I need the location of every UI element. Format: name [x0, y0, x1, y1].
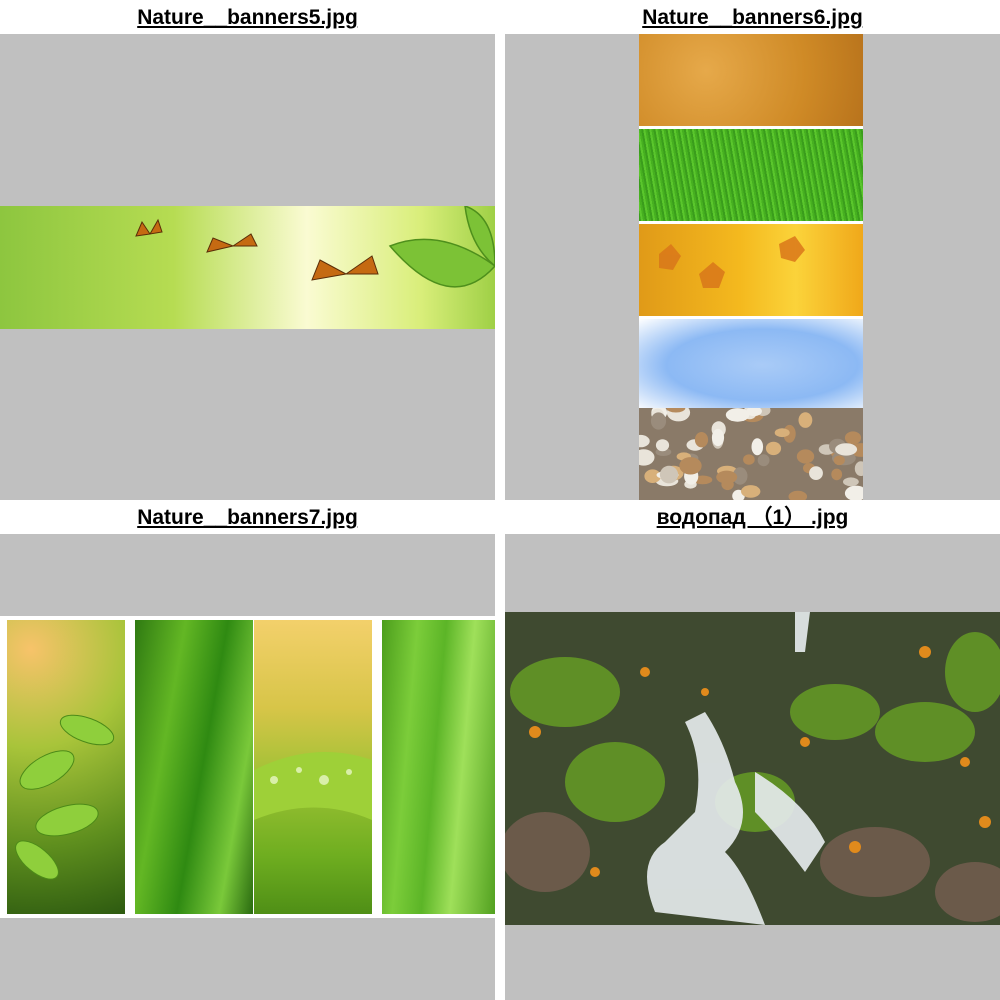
image-frame[interactable] — [505, 534, 1000, 1000]
gallery-item-3: Nature__banners7.jpg — [0, 500, 495, 1000]
image-filename-link[interactable]: Nature__banners7.jpg — [0, 500, 495, 534]
grass-blades-panel — [135, 620, 253, 914]
image-thumbnail-waterfall[interactable] — [505, 612, 1000, 925]
image-frame[interactable] — [0, 534, 495, 1000]
image-frame[interactable] — [505, 34, 1000, 500]
image-filename-link[interactable]: водопад （1） .jpg — [505, 500, 1000, 534]
image-frame[interactable] — [0, 34, 495, 500]
image-thumbnail-green-panels[interactable] — [0, 616, 495, 918]
sky-clouds-texture-strip — [639, 319, 863, 411]
gallery-item-4: водопад （1） .jpg — [505, 500, 1000, 1000]
image-filename-link[interactable]: Nature__banners5.jpg — [0, 0, 495, 34]
dewdrop-leaf-panel — [254, 620, 372, 914]
waterfall-image — [505, 612, 1000, 925]
sand-texture-strip — [639, 34, 863, 126]
gallery-item-1: Nature__banners5.jpg — [0, 0, 495, 500]
image-thumbnail-texture-strips[interactable] — [639, 34, 863, 500]
green-grass-panel — [382, 620, 495, 914]
butterflies-banner-image — [0, 206, 495, 329]
autumn-leaves-texture-strip — [639, 224, 863, 316]
leaf-photo-panel — [7, 620, 125, 914]
gallery-item-2: Nature__banners6.jpg — [505, 0, 1000, 500]
image-filename-link[interactable]: Nature__banners6.jpg — [505, 0, 1000, 34]
grass-texture-strip — [639, 129, 863, 221]
pebbles-texture-strip — [639, 408, 863, 500]
image-thumbnail-butterflies-banner[interactable] — [0, 206, 495, 329]
